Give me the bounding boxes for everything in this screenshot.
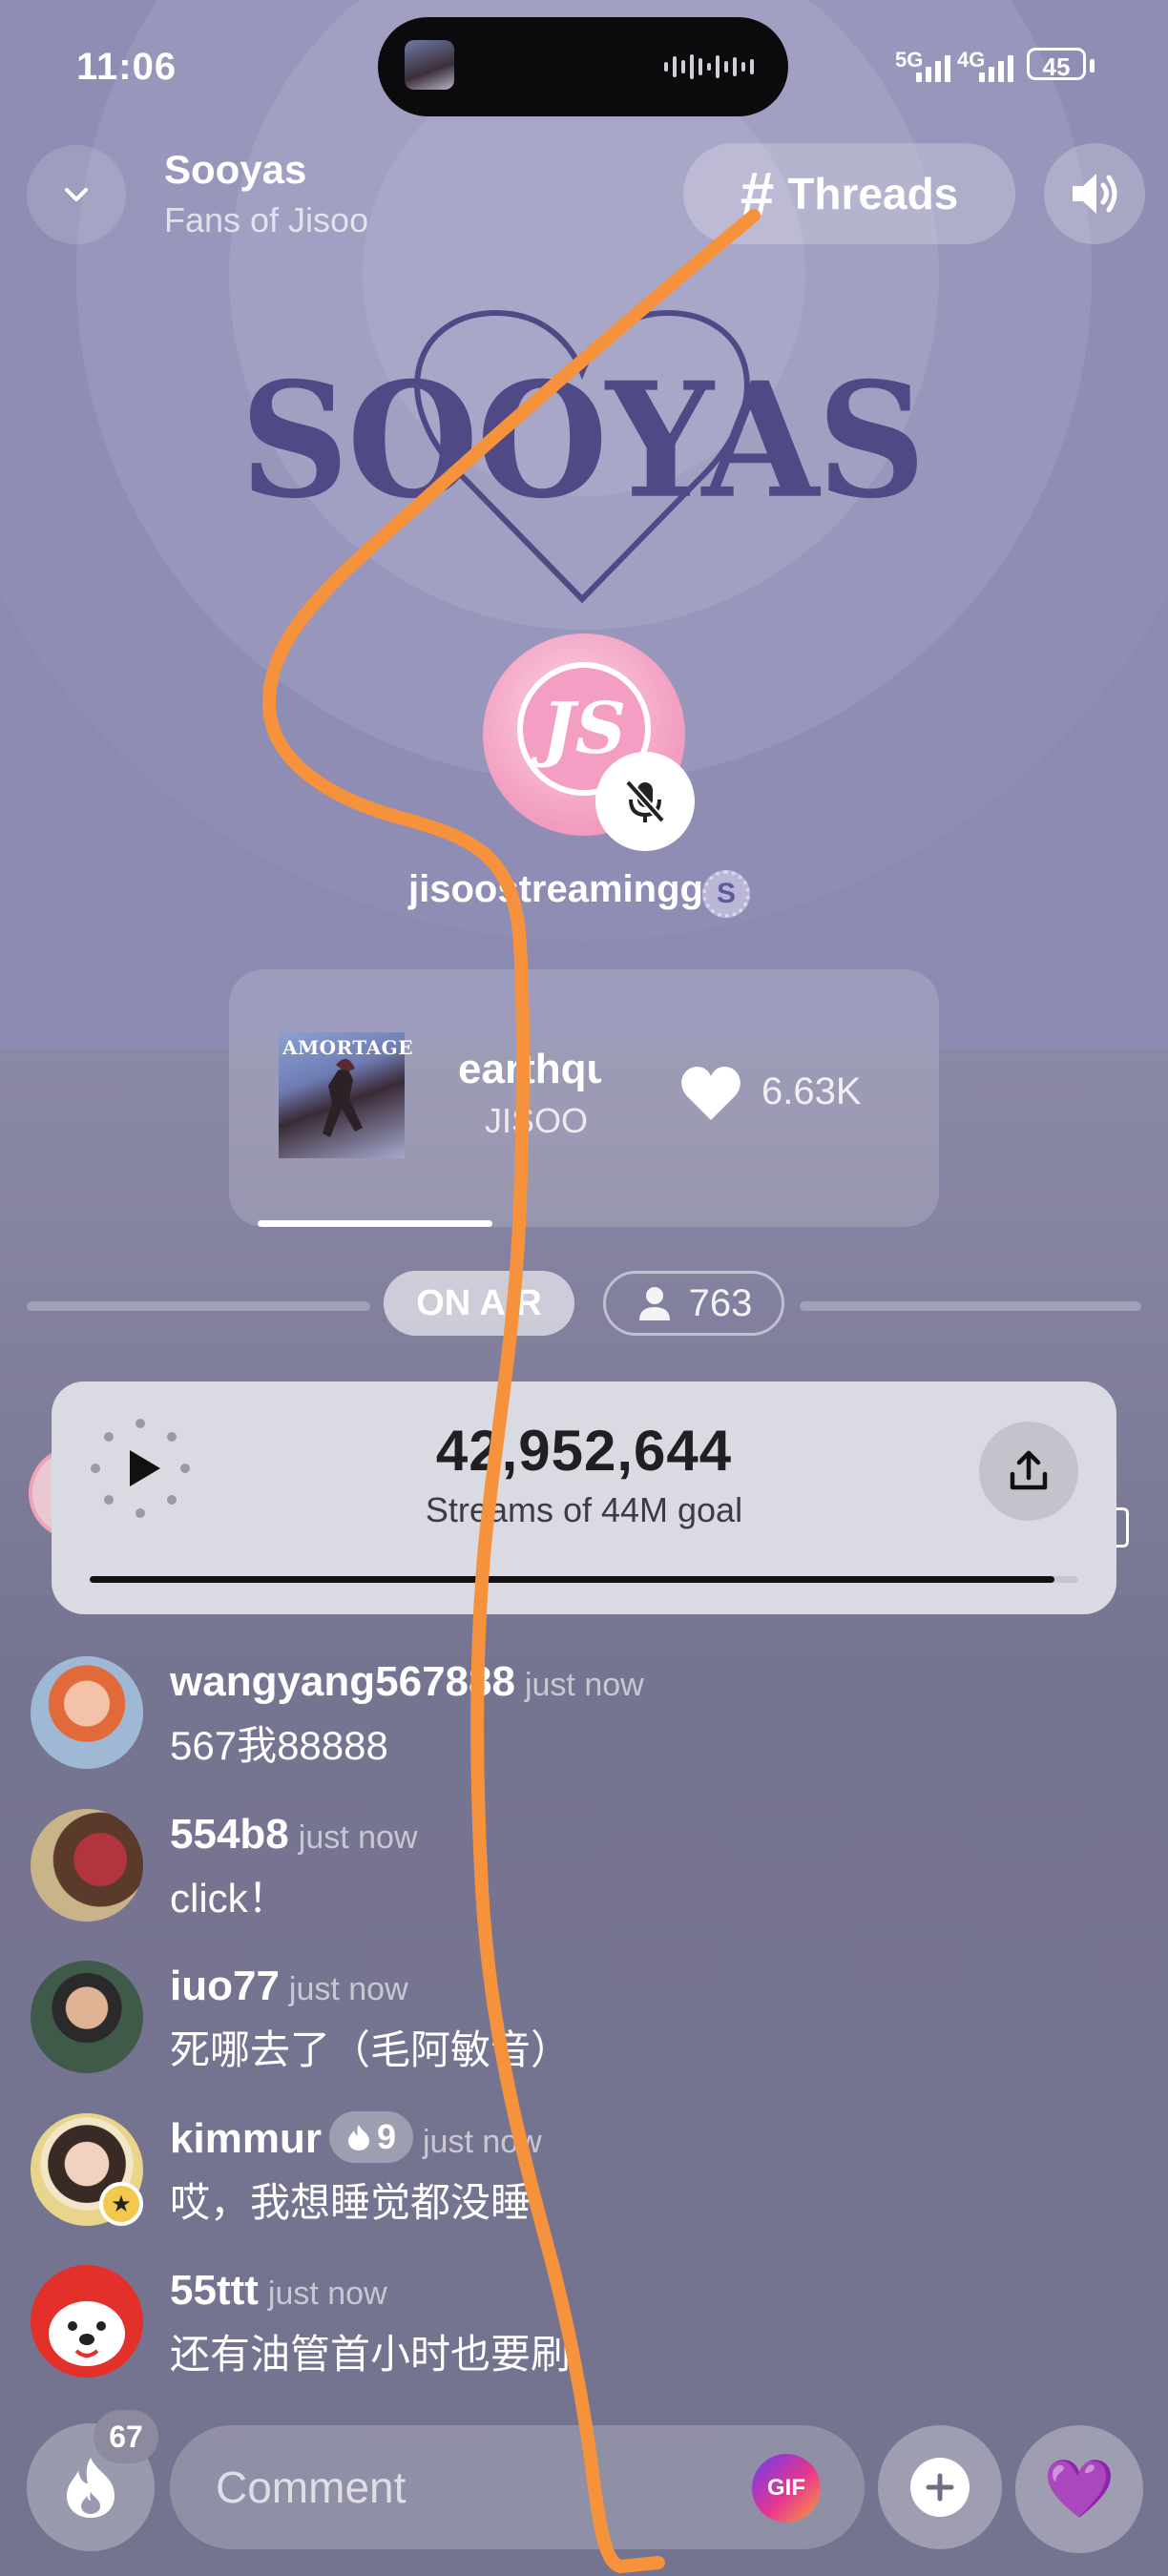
listener-count-pill[interactable]: 763 [603,1271,784,1336]
chat-user-line: iuo77 just now [170,1963,408,2010]
chat-user-line: 554b8 just now [170,1811,418,1859]
avatar[interactable] [31,1809,143,1922]
share-icon [1010,1450,1048,1490]
purple-heart-icon: 💜 [1043,2456,1116,2523]
chat-username[interactable]: iuo77 [170,1963,280,2009]
streak-badge: 9 [328,2111,413,2164]
logo-text: SOOYAS [240,348,927,534]
chat-message[interactable]: wangyang567888 just now 567我88888 [31,1656,1137,1778]
clock: 11:06 [76,46,177,88]
album-art: AMORTAGE [279,1032,412,1158]
like-count: 6.63K [761,1070,862,1112]
host-name[interactable]: jisoostreamingg [408,868,703,911]
chat-text: click！ [170,1876,288,1921]
chat-message[interactable]: 55ttt just now 还有油管首小时也要刷 [31,2265,1137,2387]
chat-username[interactable]: 554b8 [170,1811,289,1858]
listener-count: 763 [688,1281,753,1324]
streak-count: 9 [376,2117,396,2157]
avatar[interactable] [31,1961,143,2073]
divider-right [800,1301,1141,1311]
signal-bars-icon [979,50,1013,82]
audio-waveform-icon [664,53,754,80]
chevron-down-icon [65,188,88,201]
mute-badge [595,752,695,851]
album-figure [323,1058,363,1137]
chat-text: 还有油管首小时也要刷 [170,2332,572,2377]
add-button[interactable] [878,2425,1002,2549]
avatar[interactable] [31,1656,143,1769]
now-playing-card[interactable]: AMORTAGE earthquake JISOO 6.63K [229,969,939,1227]
hashtag-icon: # [740,159,775,228]
club-logo: SOOYAS [239,296,926,611]
chat-user-line: 55ttt just now [170,2267,387,2315]
chat-timestamp: just now [298,1819,418,1856]
verified-badge-icon: S [702,870,750,918]
dynamic-island[interactable] [378,17,788,116]
fire-icon [67,2458,115,2518]
signal-bars-icon [916,50,950,82]
avatar[interactable] [31,2265,143,2378]
song-artist: JISOO [485,1101,589,1140]
comment-input[interactable] [216,2452,693,2523]
threads-button[interactable]: # Threads [683,143,1015,244]
chat-message[interactable]: 554b8 just now click！ [31,1809,1137,1931]
share-button[interactable] [979,1422,1078,1521]
chat-user-line: kimmur 9 just now [170,2111,542,2167]
stream-goal-card[interactable]: 42,952,644 Streams of 44M goal [52,1381,1116,1614]
now-playing-thumbnail [405,40,454,90]
chat-user-line: wangyang567888 just now [170,1658,644,1706]
fire-icon [347,2125,369,2151]
stream-goal-label: Streams of 44M goal [425,1490,743,1529]
chat-username[interactable]: kimmur [170,2115,322,2162]
host-avatar-text: JS [541,688,627,770]
divider-left [27,1301,370,1311]
collapse-button[interactable] [27,145,126,244]
battery-icon: 45 [1027,48,1086,81]
on-air-badge: ON AIR [384,1271,574,1336]
chat-timestamp: just now [422,2124,542,2160]
song-title: earthquake [458,1046,601,1092]
chat-timestamp: just now [267,2275,387,2312]
chat-timestamp: just now [288,1971,408,2007]
dog-mascot-icon [49,2301,125,2366]
chat-text: 死哪去了（毛阿敏音） [170,2027,572,2072]
threads-label: Threads [787,169,959,218]
chat-username[interactable]: wangyang567888 [170,1658,515,1705]
speaker-icon [1073,174,1117,214]
room-subtitle: Fans of Jisoo [164,200,369,239]
room-title: Sooyas [164,147,307,192]
volume-button[interactable] [1044,143,1145,244]
stream-goal-progress [90,1576,1078,1583]
hype-count-badge: 67 [94,2410,158,2463]
reaction-button[interactable]: 💜 [1015,2425,1143,2553]
chat-message[interactable]: ★ kimmur 9 just now 哎，我想睡觉都没睡。 [31,2111,1137,2235]
like-heart-icon[interactable] [678,1061,744,1128]
chat-text: 567我88888 [170,1723,388,1768]
chat-timestamp: just now [524,1667,644,1703]
live-room-screen: 11:06 5G 4G 45 Sooyas Fans of Jisoo # Th… [0,0,1168,2576]
person-icon [638,1287,670,1320]
song-progress-bar [258,1220,492,1227]
plus-icon [910,2458,970,2517]
battery-nub [1090,59,1095,73]
stream-count: 42,952,644 [435,1419,733,1483]
chat-text: 哎，我想睡觉都没睡。 [170,2180,572,2225]
gif-button[interactable]: GIF [752,2454,821,2523]
star-badge-icon: ★ [99,2182,143,2226]
comment-box[interactable]: GIF [170,2425,865,2549]
stream-goal-progress-fill [90,1576,1055,1583]
chat-message[interactable]: iuo77 just now 死哪去了（毛阿敏音） [31,1961,1137,2083]
chat-username[interactable]: 55ttt [170,2267,259,2314]
mic-muted-icon [625,779,665,823]
